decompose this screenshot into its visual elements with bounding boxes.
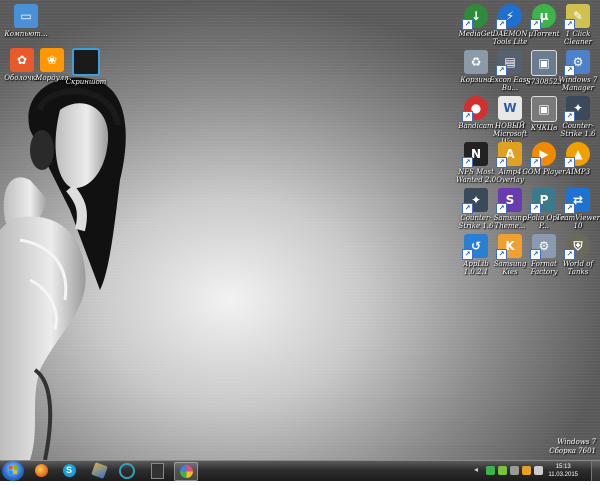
tray-volume-icon[interactable] — [534, 466, 543, 475]
shortcut-arrow-icon: ↗ — [496, 65, 507, 76]
cleaner-icon: ✎ ↗ — [564, 4, 590, 30]
shortcut-arrow-icon: ↗ — [496, 249, 507, 260]
aimp-overlay-icon: A ↗ — [496, 142, 522, 168]
samsung-theme-icon: S ↗ — [496, 188, 522, 214]
desktop-icon-aimp3[interactable]: ▲ ↗ AIMP3 — [556, 142, 600, 176]
shortcut-arrow-icon: ↗ — [564, 111, 575, 122]
shortcut-arrow-icon: ↗ — [496, 203, 507, 214]
shortcut-arrow-icon: ↗ — [462, 19, 473, 30]
tray-utorrent-icon[interactable] — [486, 466, 495, 475]
desktop-icon-label: Компьют... — [4, 30, 48, 38]
shortcut-arrow-icon: ↗ — [530, 157, 541, 168]
shortcut-arrow-icon: ↗ — [530, 203, 541, 214]
mediaget-icon: ↓ ↗ — [462, 4, 488, 30]
tray-nvidia-icon[interactable] — [498, 466, 507, 475]
desktop-icon-label: AIMP3 — [565, 168, 591, 176]
taskbar-skype[interactable]: S — [58, 462, 80, 479]
nfs-icon: N ↗ — [462, 142, 488, 168]
applib-icon: ↺ ↗ — [462, 234, 488, 260]
shortcut-arrow-icon: ↗ — [564, 203, 575, 214]
world-of-tanks-icon: ⛨ ↗ — [564, 234, 590, 260]
shortcut-arrow-icon: ↗ — [564, 65, 575, 76]
format-factory-icon: ⚙ ↗ — [530, 234, 556, 260]
taskbar-firefox[interactable] — [30, 462, 52, 479]
computer-icon: ▭ — [14, 4, 38, 28]
pfolio-icon: P ↗ — [530, 188, 556, 214]
game-app-icon — [150, 462, 164, 479]
shortcut-arrow-icon: ↗ — [530, 19, 541, 30]
desktop-icon-screenshot[interactable]: Скриншот — [64, 48, 108, 86]
firefox-icon — [34, 464, 48, 477]
utorrent-icon: µ ↗ — [530, 4, 556, 30]
paint-icon — [90, 462, 108, 479]
daemon-tools-icon: ⚡ ↗ — [496, 4, 522, 30]
show-desktop-button[interactable] — [591, 461, 600, 481]
tray-aimp-icon[interactable] — [522, 466, 531, 475]
shortcut-arrow-icon: ↗ — [496, 157, 507, 168]
picasa-icon — [179, 465, 193, 478]
shortcut-arrow-icon: ↗ — [462, 111, 473, 122]
photo-icon: ▣ — [531, 96, 557, 122]
desktop-icon-label: Counter-Strike 1.6 — [560, 122, 596, 138]
shortcut-arrow-icon: ↗ — [564, 19, 575, 30]
desktop-icon-computer[interactable]: ▭ Компьют... — [4, 4, 48, 38]
tray-network-icon[interactable] — [510, 466, 519, 475]
desktop-icon-cleaner[interactable]: ✎ ↗ 1 Click Cleaner — [556, 4, 600, 46]
bandicam-icon: ● ↗ — [462, 96, 488, 122]
desktop-icon-world-of-tanks[interactable]: ⛨ ↗ World of Tanks — [556, 234, 600, 276]
taskbar-media-app[interactable] — [116, 462, 138, 479]
windows-manager-icon: ⚙ ↗ — [564, 50, 590, 76]
photo-icon: ▣ — [531, 50, 557, 76]
clock-time: 15:13 — [555, 464, 571, 470]
shortcut-arrow-icon: ↗ — [530, 249, 541, 260]
desktop-icon-label: Скриншот — [65, 78, 107, 86]
shortcut-arrow-icon: ↗ — [564, 157, 575, 168]
show-hidden-icons-chevron-icon[interactable]: ◂ — [474, 465, 483, 474]
shortcut-arrow-icon: ↗ — [496, 19, 507, 30]
counter-strike-icon: ✦ ↗ — [462, 188, 488, 214]
shortcut-arrow-icon: ↗ — [462, 203, 473, 214]
desktop-icon-windows-manager[interactable]: ⚙ ↗ Windows 7 Manager — [556, 50, 600, 92]
skype-icon: S — [62, 464, 76, 477]
desktop-icon-label: 1 Click Cleaner — [564, 30, 592, 46]
taskbar: S ◂ 15:13 11.03.2015 — [0, 460, 600, 481]
taskbar-picasa[interactable] — [174, 462, 198, 481]
clock-date: 11.03.2015 — [548, 472, 578, 478]
wallpaper-woman-with-headphones — [0, 77, 126, 460]
excon-icon: ▤ ↗ — [496, 50, 522, 76]
desktop[interactable]: ▭ Компьют... ✿ Оболочка ❀ Мордуля Скринш… — [0, 0, 600, 460]
watermark-line-build: Сборка 7601 — [549, 447, 596, 455]
desktop-icon-label: World of Tanks — [562, 260, 594, 276]
desktop-icon-label: TeamViewer 10 — [556, 214, 600, 230]
gom-player-icon: ▶ ↗ — [530, 142, 556, 168]
watermark-line-os: Windows 7 — [557, 438, 596, 446]
screenshot-icon — [72, 48, 100, 76]
shortcut-arrow-icon: ↗ — [564, 249, 575, 260]
desktop-icon-teamviewer[interactable]: ⇄ ↗ TeamViewer 10 — [556, 188, 600, 230]
start-button[interactable] — [2, 461, 24, 481]
aimp-icon: ▲ ↗ — [564, 142, 590, 168]
system-tray: ◂ 15:13 11.03.2015 — [470, 461, 600, 481]
word-doc-icon: W — [498, 96, 522, 120]
taskbar-game-app[interactable] — [146, 462, 168, 479]
shortcut-arrow-icon: ↗ — [462, 249, 473, 260]
counter-strike-icon: ✦ ↗ — [564, 96, 590, 122]
windows-build-watermark: Windows 7 Сборка 7601 — [549, 438, 596, 456]
picasa-icon: ❀ — [40, 48, 64, 72]
recycle-bin-icon: ♻ — [464, 50, 488, 74]
shortcut-arrow-icon: ↗ — [462, 157, 473, 168]
media-app-icon — [119, 462, 135, 479]
windows-logo-icon — [9, 466, 17, 474]
taskbar-clock[interactable]: 15:13 11.03.2015 — [548, 463, 578, 479]
samsung-kies-icon: K ↗ — [496, 234, 522, 260]
desktop-icon-label: Windows 7 Manager — [558, 76, 598, 92]
taskbar-paint[interactable] — [88, 462, 110, 479]
teamviewer-icon: ⇄ ↗ — [564, 188, 590, 214]
desktop-icon-counter-strike[interactable]: ✦ ↗ Counter-Strike 1.6 — [556, 96, 600, 138]
